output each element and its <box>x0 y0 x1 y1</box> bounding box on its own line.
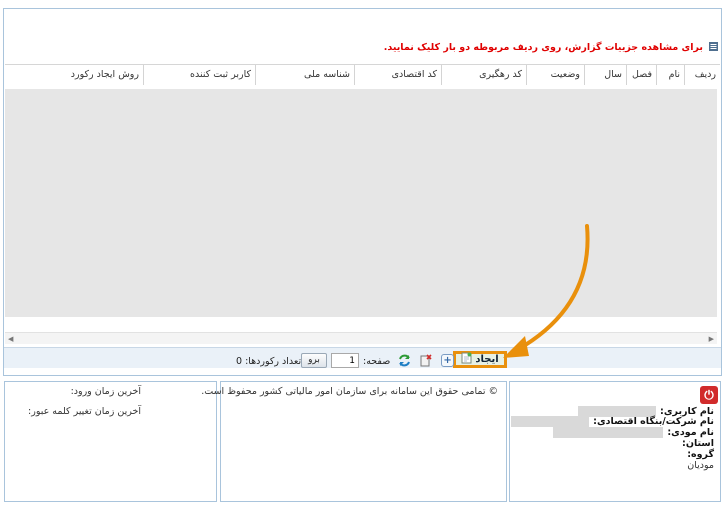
go-button[interactable]: برو <box>301 353 327 368</box>
add-icon[interactable]: + <box>441 354 454 367</box>
delete-icon[interactable] <box>419 354 432 367</box>
column-header-status[interactable]: وضعیت <box>526 65 584 85</box>
province-row: استان: <box>682 438 714 449</box>
company-row: نام شرکت/بنگاه اقتصادی: <box>511 416 714 427</box>
session-info-box: آخرین زمان ورود: آخرین زمان تغییر کلمه ع… <box>4 381 217 502</box>
taxpayer-redacted <box>553 427 664 438</box>
user-info-box: ⏻ نام کاربری: نام شرکت/بنگاه اقتصادی: نا… <box>509 381 721 502</box>
taxpayer-row: نام مودی: <box>553 427 714 438</box>
group-row: گروه: <box>687 449 714 460</box>
company-label: نام شرکت/بنگاه اقتصادی: <box>593 416 714 427</box>
column-header-record-creation-method[interactable]: روش ایجاد رکورد <box>5 65 143 85</box>
new-document-icon <box>461 352 472 367</box>
last-login-label: آخرین زمان ورود: <box>70 386 141 397</box>
grid-body <box>5 89 717 317</box>
province-label: استان: <box>682 438 714 449</box>
page-number-input[interactable] <box>331 353 359 368</box>
copyright-text: © تمامی حقوق این سامانه برای سازمان امور… <box>201 386 498 397</box>
company-redacted <box>511 416 590 427</box>
taxpayer-label: نام مودی: <box>667 427 714 438</box>
records-count: تعداد رکوردها: 0 <box>236 356 302 367</box>
column-header-row-number[interactable]: ردیف <box>684 65 720 85</box>
info-icon <box>709 42 718 54</box>
column-header-economic-code[interactable]: کد اقتصادی <box>354 65 441 85</box>
refresh-icon[interactable] <box>398 354 411 367</box>
page-label: صفحه: <box>363 356 391 367</box>
copyright-box: © تمامی حقوق این سامانه برای سازمان امور… <box>201 381 507 502</box>
scroll-right-icon[interactable]: ▶ <box>709 335 714 343</box>
callout-arrow-icon <box>503 224 590 358</box>
column-header-registering-user[interactable]: کاربر ثبت کننده <box>143 65 255 85</box>
double-click-hint: برای مشاهده جزییات گزارش، روی ردیف مربوط… <box>383 42 703 53</box>
grid-toolbar: ایجاد + صفحه: برو تعداد رکوردها: 0 <box>4 347 721 368</box>
group-value-row: مودیان <box>687 460 714 471</box>
last-password-change-label: آخرین زمان تغییر کلمه عبور: <box>28 406 141 417</box>
column-header-season[interactable]: فصل <box>626 65 656 85</box>
column-header-year[interactable]: سال <box>584 65 626 85</box>
scroll-left-icon[interactable]: ◀ <box>8 335 13 343</box>
reports-panel: برای مشاهده جزییات گزارش، روی ردیف مربوط… <box>3 8 722 376</box>
horizontal-scrollbar[interactable]: ◀ ▶ <box>5 332 717 344</box>
group-value: مودیان <box>687 460 714 471</box>
column-header-national-id[interactable]: شناسه ملی <box>255 65 354 85</box>
logout-power-icon[interactable]: ⏻ <box>700 386 718 404</box>
column-header-name[interactable]: نام <box>656 65 684 85</box>
column-header-tracking-code[interactable]: کد رهگیری <box>441 65 526 85</box>
group-label: گروه: <box>687 449 714 460</box>
